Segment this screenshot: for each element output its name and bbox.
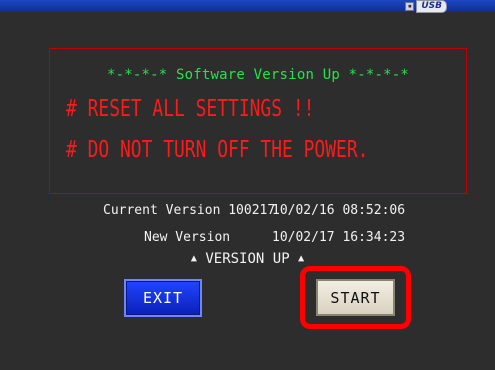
power-warning: # DO NOT TURN OFF THE POWER. [66, 137, 369, 163]
exit-button[interactable]: EXIT [124, 279, 202, 317]
status-bar: ▪ USB [0, 0, 495, 13]
new-version-value: 10/02/17 16:34:23 [272, 230, 406, 245]
update-title: *-*-*-* Software Version Up *-*-*-* [106, 67, 409, 83]
version-up-label: VERSION UP [205, 251, 290, 267]
usb-icon: ▪ [405, 1, 415, 11]
reset-warning: # RESET ALL SETTINGS !! [66, 96, 315, 122]
exit-button-label: EXIT [142, 289, 184, 307]
usb-indicator: ▪ USB [405, 0, 447, 13]
up-arrow-icon: ▲ [190, 253, 197, 264]
current-version-label: Current Version 100217 [103, 203, 276, 218]
version-up-prompt: ▲ VERSION UP ▲ [0, 251, 495, 267]
warning-panel: *-*-*-* Software Version Up *-*-*-* # RE… [49, 48, 467, 194]
usb-label: USB [416, 0, 447, 13]
current-version-value: 10/02/16 08:52:06 [272, 203, 406, 218]
new-version-label: New Version [144, 230, 231, 245]
up-arrow-icon: ▲ [298, 253, 305, 264]
start-button-label: START [330, 288, 381, 307]
start-button[interactable]: START [316, 279, 395, 316]
